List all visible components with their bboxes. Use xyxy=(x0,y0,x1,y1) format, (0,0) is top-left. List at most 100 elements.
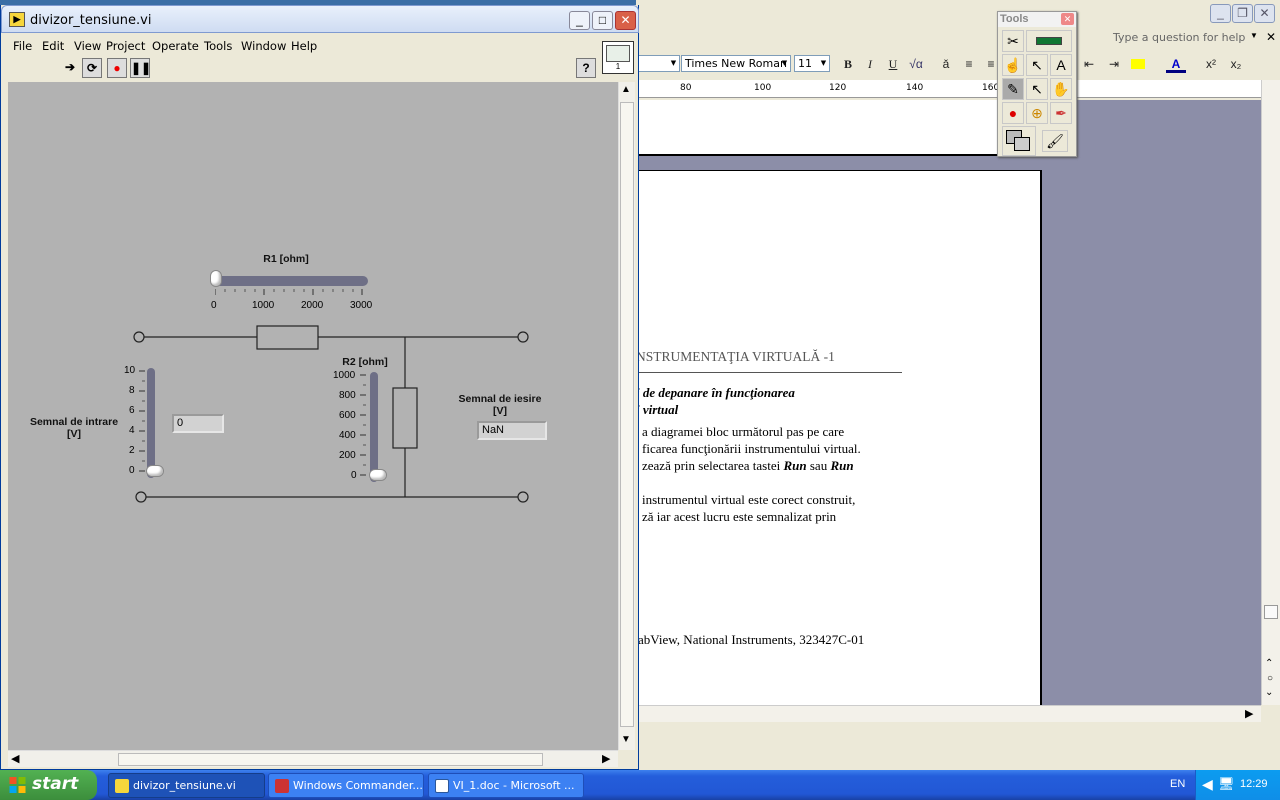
scroll-up-icon[interactable]: ▲ xyxy=(621,84,631,95)
menu-project[interactable]: Project xyxy=(106,39,145,53)
vertical-scroll-thumb[interactable] xyxy=(620,102,634,727)
word-minimize-button[interactable]: _ xyxy=(1210,4,1231,23)
connector-pane-label: 1 xyxy=(615,62,621,71)
align-left-icon[interactable]: ≡ xyxy=(959,55,979,73)
style-a-icon[interactable]: ǎ xyxy=(936,55,956,73)
language-indicator[interactable]: EN xyxy=(1170,778,1185,790)
menu-view[interactable]: View xyxy=(74,39,101,53)
start-button[interactable]: start xyxy=(0,770,97,800)
scroll-thumb[interactable] xyxy=(1264,605,1278,619)
font-color-icon[interactable]: A xyxy=(1166,55,1186,73)
r2-slider-thumb[interactable] xyxy=(369,469,387,481)
run-arrow-icon[interactable]: ➔ xyxy=(60,58,80,78)
menu-window[interactable]: Window xyxy=(241,39,286,53)
abort-execution-icon[interactable]: ● xyxy=(107,58,127,78)
menu-bar: File Edit View Project Operate Tools Win… xyxy=(8,36,598,56)
font-name-combo[interactable]: Times New Roman ▼ xyxy=(681,55,791,72)
maximize-button[interactable]: □ xyxy=(592,11,613,30)
menu-operate[interactable]: Operate xyxy=(152,39,199,53)
font-size-combo[interactable]: 11 ▼ xyxy=(794,55,830,72)
paintbrush-icon[interactable]: 🖌 xyxy=(1042,130,1068,152)
r1-slider-track[interactable] xyxy=(212,276,368,286)
probe-icon[interactable]: ⊕ xyxy=(1026,102,1048,124)
input-signal-numeric[interactable]: 0 xyxy=(172,414,224,433)
highlight-icon[interactable] xyxy=(1131,59,1145,69)
automatic-tool-icon[interactable]: ✂ xyxy=(1002,30,1024,52)
scroll-left-icon[interactable]: ◀ xyxy=(11,752,19,765)
edit-text-icon[interactable]: A xyxy=(1050,54,1072,76)
prev-page-icon[interactable]: ⌃ xyxy=(1265,658,1273,669)
vi-connector-pane-icon[interactable]: 1 xyxy=(602,41,634,74)
menu-tools[interactable]: Tools xyxy=(204,39,232,53)
task-word[interactable]: VI_1.doc - Microsoft ... xyxy=(428,773,584,798)
context-help-icon[interactable]: ? xyxy=(576,58,596,78)
decrease-indent-icon[interactable]: ⇤ xyxy=(1079,55,1099,73)
superscript-icon[interactable]: x² xyxy=(1201,55,1221,73)
document-area[interactable]: NSTRUMENTAŢIA VIRTUALĂ -1 i de depanare … xyxy=(636,100,1261,710)
help-search-input[interactable]: Type a question for help xyxy=(1111,30,1269,46)
title-bar[interactable]: ▶ divizor_tensiune.vi _ □ ✕ xyxy=(1,5,639,33)
panel-vertical-scrollbar[interactable]: ▲ ▼ xyxy=(618,82,635,750)
increase-indent-icon[interactable]: ⇥ xyxy=(1104,55,1124,73)
task-label: divizor_tensiune.vi xyxy=(133,779,236,792)
breakpoint-icon[interactable]: ● xyxy=(1002,102,1024,124)
output-signal-label: Semnal de iesire xyxy=(458,393,542,405)
panel-horizontal-scrollbar[interactable]: ◀ ▶ xyxy=(8,750,618,767)
auto-select-indicator-icon[interactable] xyxy=(1026,30,1072,52)
ruler[interactable]: 80 100 120 140 160 xyxy=(636,80,1261,98)
r2-slider-track[interactable] xyxy=(370,372,378,482)
tools-close-icon[interactable]: ✕ xyxy=(1061,13,1074,25)
style-combo[interactable]: ▼ xyxy=(638,55,680,72)
input-signal-slider-track[interactable] xyxy=(147,368,155,478)
input-tick-label: 4 xyxy=(129,425,135,436)
next-page-icon[interactable]: ⌄ xyxy=(1265,687,1273,698)
input-tick-label: 0 xyxy=(129,465,135,476)
subscript-icon[interactable]: x₂ xyxy=(1226,55,1246,73)
header-rule xyxy=(636,372,902,373)
object-shortcut-menu-icon[interactable]: ↖ xyxy=(1026,78,1048,100)
input-signal-unit: [V] xyxy=(67,428,81,440)
close-doc-icon[interactable]: ✕ xyxy=(1266,30,1276,44)
operate-value-icon[interactable]: ☝ xyxy=(1002,54,1024,76)
help-dropdown-icon[interactable]: ▼ xyxy=(1250,31,1258,40)
set-color-icon[interactable] xyxy=(1002,126,1036,156)
scroll-window-icon[interactable]: ✋ xyxy=(1050,78,1072,100)
front-panel[interactable]: R1 [ohm] 0 1000 2000 3000 Semnal de intr… xyxy=(8,82,618,750)
pause-icon[interactable]: ❚❚ xyxy=(130,58,151,78)
scroll-down-icon[interactable]: ▼ xyxy=(621,734,631,745)
word-restore-button[interactable]: ❐ xyxy=(1232,4,1253,23)
menu-help[interactable]: Help xyxy=(291,39,317,53)
scroll-right-icon[interactable]: ▶ xyxy=(1245,707,1253,720)
labview-app-icon[interactable]: ▶ xyxy=(9,12,25,27)
doc-paragraph-line: instrumentul virtual este corect constru… xyxy=(642,492,856,507)
r1-slider-thumb[interactable] xyxy=(210,270,222,287)
document-vertical-scrollbar[interactable]: ⌃ ○ ⌄ xyxy=(1261,80,1280,705)
doc-emphasis: Run xyxy=(783,458,807,473)
horizontal-scroll-thumb[interactable] xyxy=(118,753,543,766)
menu-file[interactable]: File xyxy=(13,39,32,53)
clock[interactable]: 12:29 xyxy=(1240,778,1268,790)
task-labview[interactable]: divizor_tensiune.vi xyxy=(108,773,265,798)
bold-icon[interactable]: B xyxy=(838,55,858,73)
ruler-mark: 100 xyxy=(754,83,772,93)
underline-icon[interactable]: U xyxy=(883,55,903,73)
input-tick-label: 6 xyxy=(129,405,135,416)
minimize-button[interactable]: _ xyxy=(569,11,590,30)
doc-paragraph-line: ză iar acest lucru este semnalizat prin xyxy=(642,509,837,524)
run-continuously-icon[interactable]: ⟳ xyxy=(82,58,102,78)
network-icon[interactable]: 🖥 xyxy=(1218,776,1235,792)
italic-icon[interactable]: I xyxy=(860,55,880,73)
connect-wire-icon[interactable]: ✎ xyxy=(1002,78,1024,100)
menu-edit[interactable]: Edit xyxy=(42,39,64,53)
back-arrow-icon[interactable]: ◀ xyxy=(1202,776,1213,793)
document-horizontal-scrollbar[interactable]: ▶ xyxy=(636,705,1261,722)
get-color-icon[interactable]: ✒ xyxy=(1050,102,1072,124)
scroll-right-icon[interactable]: ▶ xyxy=(602,752,610,765)
browse-object-icon[interactable]: ○ xyxy=(1267,673,1273,684)
task-windows-commander[interactable]: Windows Commander... xyxy=(268,773,424,798)
position-size-icon[interactable]: ↖ xyxy=(1026,54,1048,76)
close-button[interactable]: ✕ xyxy=(615,11,636,30)
equation-icon[interactable]: √α xyxy=(906,55,926,73)
word-close-button[interactable]: ✕ xyxy=(1254,4,1275,23)
input-signal-slider-thumb[interactable] xyxy=(146,465,164,477)
